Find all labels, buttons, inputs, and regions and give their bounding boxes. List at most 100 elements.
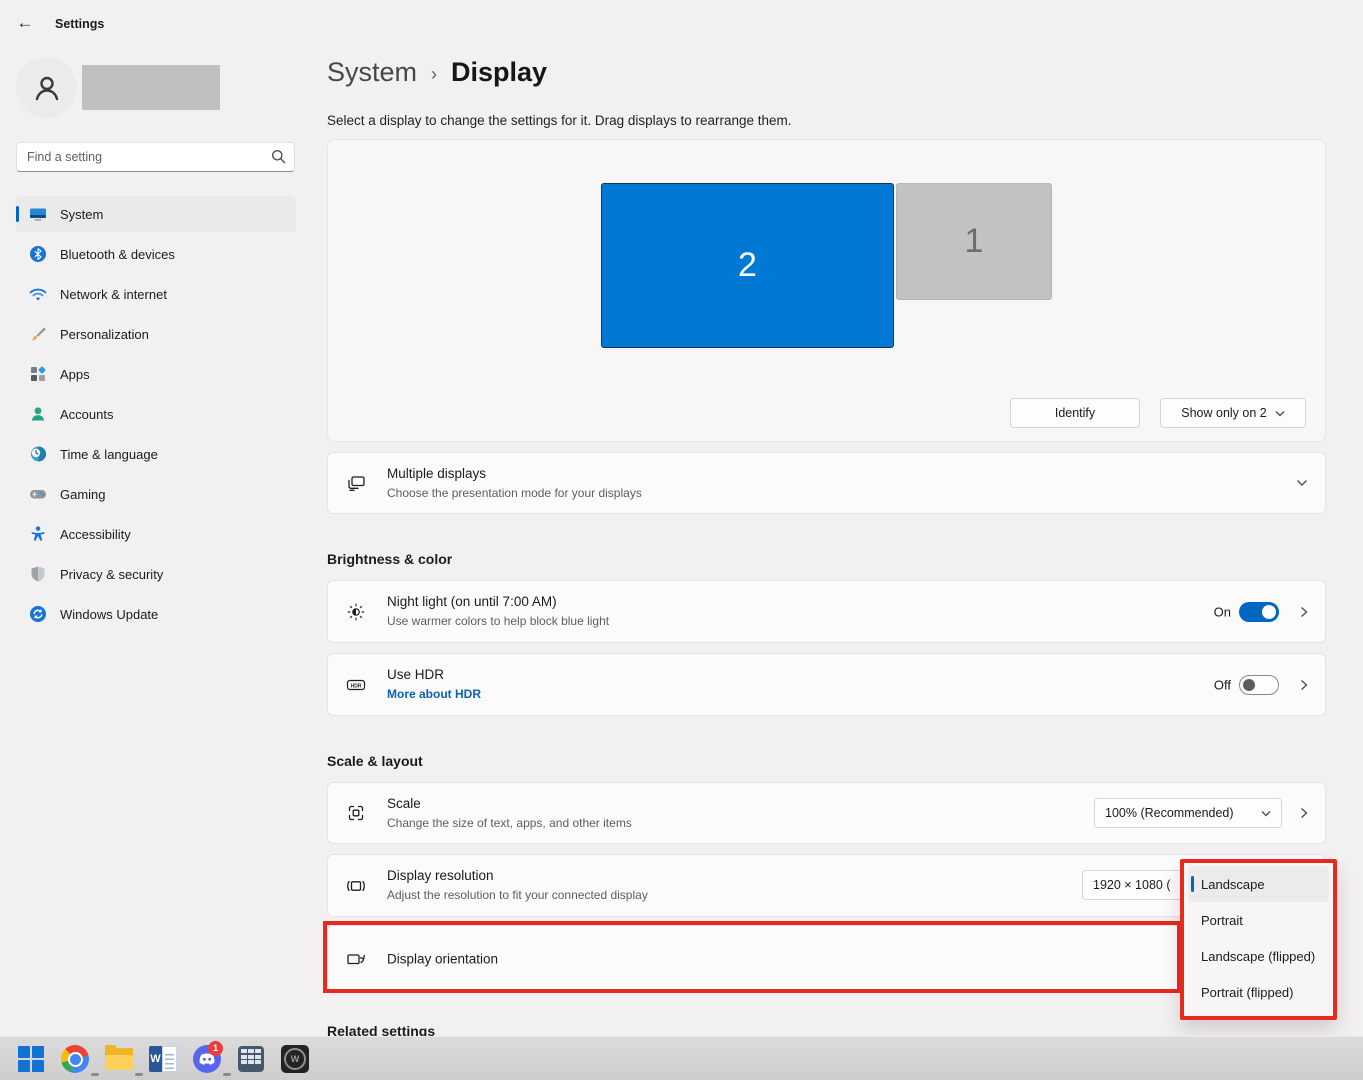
breadcrumb-system[interactable]: System xyxy=(327,57,417,88)
scale-row[interactable]: Scale Change the size of text, apps, and… xyxy=(327,782,1326,844)
back-arrow-icon: ← xyxy=(17,13,34,33)
taskbar-chrome-icon[interactable] xyxy=(55,1042,95,1076)
toggle-knob xyxy=(1243,679,1255,691)
chevron-right-icon[interactable] xyxy=(1300,606,1308,618)
monitor-1-label: 1 xyxy=(965,222,984,261)
row-title: Use HDR xyxy=(387,667,444,682)
sidebar-item-label: System xyxy=(60,207,103,222)
system-icon xyxy=(28,204,48,224)
toggle-knob xyxy=(1262,605,1276,619)
chevron-right-icon[interactable] xyxy=(1300,807,1308,819)
sidebar-item-label: Accessibility xyxy=(60,527,131,542)
person-icon xyxy=(30,71,64,105)
sidebar-item-bluetooth-devices[interactable]: Bluetooth & devices xyxy=(16,236,296,272)
selected-accent-bar xyxy=(16,206,19,222)
row-title: Display orientation xyxy=(387,951,498,966)
taskbar-discord-icon[interactable]: 1 xyxy=(187,1042,227,1076)
chevron-down-icon xyxy=(1261,810,1271,817)
sidebar-item-apps[interactable]: Apps xyxy=(16,356,296,392)
taskbar-file-explorer-icon[interactable] xyxy=(99,1042,139,1076)
accessibility-icon xyxy=(28,524,48,544)
breadcrumb: System › Display xyxy=(327,57,547,88)
night-light-icon xyxy=(345,601,367,623)
scale-icon xyxy=(345,802,367,824)
identify-button[interactable]: Identify xyxy=(1010,398,1140,428)
chevron-right-icon[interactable] xyxy=(1300,679,1308,691)
monitor-2[interactable]: 2 xyxy=(601,183,894,348)
accounts-icon xyxy=(28,404,48,424)
user-name-redacted xyxy=(82,65,220,110)
window-title: Settings xyxy=(55,17,104,31)
night-light-state: On xyxy=(1214,604,1231,619)
multiple-displays-row[interactable]: Multiple displays Choose the presentatio… xyxy=(327,452,1326,514)
sidebar-item-label: Privacy & security xyxy=(60,567,163,582)
display-resolution-icon xyxy=(345,875,367,897)
scale-value: 100% (Recommended) xyxy=(1105,806,1234,820)
svg-text:HDR: HDR xyxy=(351,683,362,689)
option-label: Landscape xyxy=(1201,877,1265,892)
sidebar-item-label: Windows Update xyxy=(60,607,158,622)
show-only-label: Show only on 2 xyxy=(1181,406,1266,420)
row-subtitle: Change the size of text, apps, and other… xyxy=(387,816,632,830)
sidebar-item-label: Bluetooth & devices xyxy=(60,247,175,262)
chevron-down-icon[interactable] xyxy=(1296,479,1308,487)
orientation-option-portrait-flipped[interactable]: Portrait (flipped) xyxy=(1188,974,1329,1010)
avatar[interactable] xyxy=(16,57,77,118)
resolution-value: 1920 × 1080 ( xyxy=(1093,878,1171,892)
wifi-icon xyxy=(28,284,48,304)
sidebar-item-gaming[interactable]: Gaming xyxy=(16,476,296,512)
sidebar-item-label: Personalization xyxy=(60,327,149,342)
world-of-tanks-icon: W xyxy=(281,1045,309,1073)
windows-logo-icon xyxy=(18,1046,44,1072)
taskbar-world-of-tanks-icon[interactable]: W xyxy=(275,1042,315,1076)
night-light-toggle[interactable] xyxy=(1239,602,1279,622)
sidebar-item-accessibility[interactable]: Accessibility xyxy=(16,516,296,552)
monitor-2-label: 2 xyxy=(738,246,757,285)
hdr-toggle[interactable] xyxy=(1239,675,1279,695)
display-resolution-row[interactable]: Display resolution Adjust the resolution… xyxy=(327,854,1326,917)
calculator-icon xyxy=(238,1046,264,1072)
row-title: Scale xyxy=(387,796,421,811)
orientation-option-landscape-flipped[interactable]: Landscape (flipped) xyxy=(1188,938,1329,974)
sidebar-item-system[interactable]: System xyxy=(16,196,296,232)
night-light-row[interactable]: Night light (on until 7:00 AM) Use warme… xyxy=(327,580,1326,643)
search-box xyxy=(16,142,295,172)
row-title: Display resolution xyxy=(387,868,494,883)
sidebar-item-windows-update[interactable]: Windows Update xyxy=(16,596,296,632)
orientation-option-portrait[interactable]: Portrait xyxy=(1188,902,1329,938)
back-button[interactable]: ← xyxy=(12,10,38,36)
start-button[interactable] xyxy=(11,1042,51,1076)
display-orientation-icon xyxy=(345,948,367,970)
sidebar-item-network-internet[interactable]: Network & internet xyxy=(16,276,296,312)
taskbar-calculator-icon[interactable] xyxy=(231,1042,271,1076)
sidebar-item-label: Gaming xyxy=(60,487,106,502)
update-icon xyxy=(28,604,48,624)
page-title: Display xyxy=(451,57,547,88)
scale-dropdown[interactable]: 100% (Recommended) xyxy=(1094,798,1282,828)
taskbar-word-icon[interactable]: W xyxy=(143,1042,183,1076)
display-arrangement-canvas: 2 1 Identify Show only on 2 xyxy=(327,139,1326,442)
row-subtitle: Adjust the resolution to fit your connec… xyxy=(387,888,648,902)
bluetooth-icon xyxy=(28,244,48,264)
more-about-hdr-link[interactable]: More about HDR xyxy=(387,687,481,701)
row-subtitle: Use warmer colors to help block blue lig… xyxy=(387,614,609,628)
orientation-option-landscape[interactable]: Landscape xyxy=(1188,866,1329,902)
running-indicator xyxy=(135,1073,143,1076)
chrome-icon xyxy=(61,1045,89,1073)
discord-icon: 1 xyxy=(193,1045,221,1073)
show-only-dropdown[interactable]: Show only on 2 xyxy=(1160,398,1306,428)
row-subtitle: Choose the presentation mode for your di… xyxy=(387,486,642,500)
sidebar-item-time-language[interactable]: Time & language xyxy=(16,436,296,472)
search-icon[interactable] xyxy=(271,149,286,164)
word-icon: W xyxy=(149,1046,177,1072)
sidebar-item-privacy-security[interactable]: Privacy & security xyxy=(16,556,296,592)
sidebar-item-personalization[interactable]: Personalization xyxy=(16,316,296,352)
display-orientation-row[interactable]: Display orientation xyxy=(327,925,1326,992)
hdr-state: Off xyxy=(1214,677,1231,692)
use-hdr-row[interactable]: HDR Use HDR More about HDR Off xyxy=(327,653,1326,716)
sidebar-item-accounts[interactable]: Accounts xyxy=(16,396,296,432)
monitor-1[interactable]: 1 xyxy=(896,183,1052,300)
chevron-down-icon xyxy=(1275,410,1285,417)
option-label: Landscape (flipped) xyxy=(1201,949,1315,964)
search-input[interactable] xyxy=(16,142,295,172)
